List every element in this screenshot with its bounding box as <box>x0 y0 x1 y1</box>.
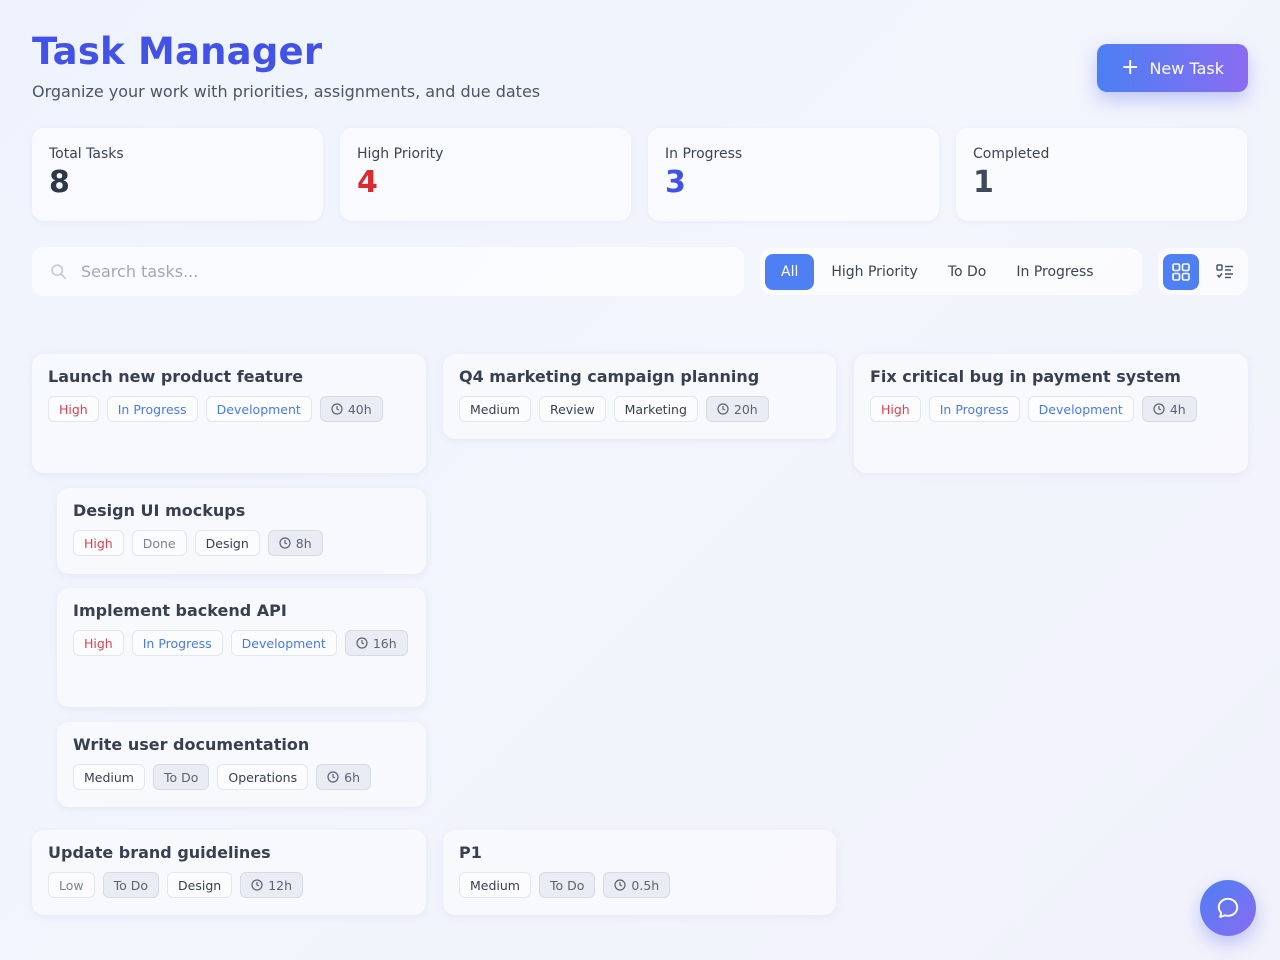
clock-icon <box>717 403 729 415</box>
chat-button[interactable] <box>1200 880 1256 936</box>
estimate-badge: 8h <box>267 530 323 556</box>
clock-icon <box>356 637 368 649</box>
filter-in-progress[interactable]: In Progress <box>1003 254 1106 290</box>
status-badge: To Do <box>102 872 160 898</box>
filter-high-priority[interactable]: High Priority <box>818 254 930 290</box>
stat-in-progress: In Progress 3 <box>648 128 939 221</box>
priority-badge: Medium <box>73 764 145 790</box>
category-badge: Development <box>1027 396 1134 422</box>
task-card[interactable]: Implement backend API High In Progress D… <box>57 588 426 707</box>
priority-badge: High <box>73 530 124 556</box>
estimate-value: 16h <box>372 635 397 651</box>
clock-icon <box>327 771 339 783</box>
estimate-value: 6h <box>344 769 361 785</box>
estimate-value: 8h <box>295 535 312 551</box>
category-badge: Marketing <box>613 396 698 422</box>
stat-total-tasks: Total Tasks 8 <box>32 128 323 221</box>
priority-badge: Medium <box>459 872 531 898</box>
status-badge: Review <box>538 396 606 422</box>
task-title: Launch new product feature <box>48 367 304 386</box>
search-bar <box>32 247 744 296</box>
new-task-button[interactable]: + New Task <box>1097 44 1248 92</box>
status-badge: In Progress <box>928 396 1020 422</box>
task-title: Q4 marketing campaign planning <box>459 367 760 386</box>
priority-badge: High <box>870 396 921 422</box>
estimate-value: 12h <box>268 877 293 893</box>
status-badge: In Progress <box>131 630 223 656</box>
search-icon <box>51 264 67 280</box>
estimate-value: 40h <box>347 401 372 417</box>
clock-icon <box>614 879 626 891</box>
clock-icon <box>279 537 291 549</box>
status-badge: To Do <box>152 764 210 790</box>
category-badge: Design <box>194 530 260 556</box>
category-badge: Operations <box>217 764 309 790</box>
filter-tabs: All High Priority To Do In Progress <box>760 248 1142 295</box>
new-task-label: New Task <box>1149 58 1224 78</box>
stat-value: 1 <box>973 165 994 200</box>
status-badge: To Do <box>538 872 596 898</box>
status-badge: In Progress <box>106 396 198 422</box>
stat-label: Completed <box>973 146 1050 162</box>
stat-label: In Progress <box>665 146 743 162</box>
task-title: Fix critical bug in payment system <box>870 367 1181 386</box>
task-card[interactable]: Update brand guidelines Low To Do Design… <box>32 830 426 915</box>
category-badge: Development <box>205 396 312 422</box>
estimate-badge: 12h <box>240 872 304 898</box>
task-title: Update brand guidelines <box>48 843 271 862</box>
estimate-badge: 16h <box>344 630 408 656</box>
estimate-badge: 20h <box>705 396 769 422</box>
task-card[interactable]: Launch new product feature High In Progr… <box>32 354 426 473</box>
priority-badge: Low <box>48 872 95 898</box>
stat-value: 8 <box>49 165 70 200</box>
view-toggle <box>1158 248 1248 295</box>
task-card[interactable]: Write user documentation Medium To Do Op… <box>57 722 426 807</box>
clock-icon <box>1153 403 1165 415</box>
stats-row: Total Tasks 8 High Priority 4 In Progres… <box>32 128 1247 221</box>
stat-label: Total Tasks <box>49 146 124 162</box>
stat-value: 3 <box>665 165 686 200</box>
clock-icon <box>331 403 343 415</box>
estimate-value: 20h <box>733 401 758 417</box>
plus-icon: + <box>1121 55 1140 80</box>
page-title: Task Manager <box>32 30 323 73</box>
page-subtitle: Organize your work with priorities, assi… <box>32 82 541 101</box>
priority-badge: High <box>48 396 99 422</box>
task-card[interactable]: Design UI mockups High Done Design 8h <box>57 488 426 574</box>
grid-view-button[interactable] <box>1163 253 1199 290</box>
category-badge: Design <box>167 872 233 898</box>
stat-completed: Completed 1 <box>956 128 1247 221</box>
list-icon <box>1216 263 1233 278</box>
chat-bubble-icon <box>1217 897 1239 918</box>
status-badge: Done <box>131 530 187 556</box>
task-title: Implement backend API <box>73 601 287 620</box>
estimate-value: 0.5h <box>631 877 660 893</box>
stat-label: High Priority <box>357 146 444 162</box>
estimate-badge: 4h <box>1141 396 1197 422</box>
filter-to-do[interactable]: To Do <box>935 254 1000 290</box>
priority-badge: Medium <box>459 396 531 422</box>
task-title: Write user documentation <box>73 735 310 754</box>
estimate-value: 4h <box>1169 401 1186 417</box>
search-input[interactable] <box>81 262 681 281</box>
task-card[interactable]: P1 Medium To Do 0.5h <box>443 830 836 915</box>
page-header: Task Manager Organize your work with pri… <box>32 30 540 101</box>
category-badge: Development <box>230 630 337 656</box>
task-card[interactable]: Fix critical bug in payment system High … <box>854 354 1248 473</box>
estimate-badge: 6h <box>316 764 372 790</box>
priority-badge: High <box>73 630 124 656</box>
filter-all[interactable]: All <box>765 253 815 290</box>
stat-value: 4 <box>357 165 378 200</box>
task-card[interactable]: Q4 marketing campaign planning Medium Re… <box>443 354 836 439</box>
grid-icon <box>1172 262 1190 281</box>
clock-icon <box>251 879 263 891</box>
estimate-badge: 40h <box>319 396 383 422</box>
task-title: Design UI mockups <box>73 501 246 520</box>
task-title: P1 <box>459 843 482 862</box>
estimate-badge: 0.5h <box>603 872 671 898</box>
stat-high-priority: High Priority 4 <box>340 128 631 221</box>
list-view-button[interactable] <box>1207 254 1243 290</box>
